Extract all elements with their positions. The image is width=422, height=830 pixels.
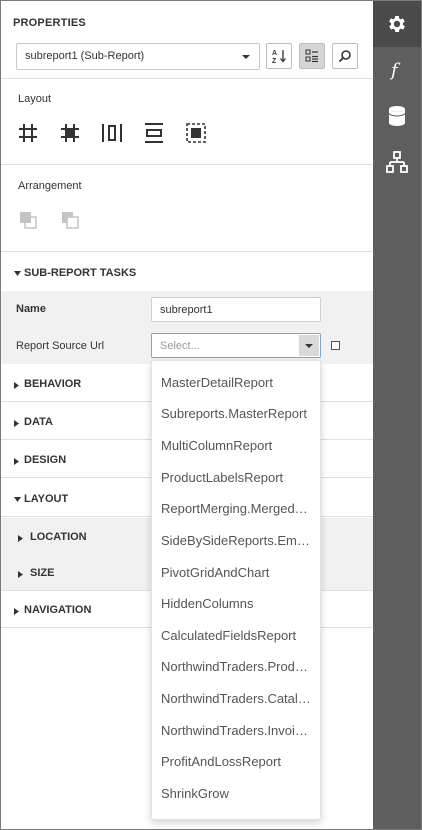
side-rail: f [373,1,421,829]
fit-to-container-icon [186,123,206,143]
layout-section-label: Layout [18,93,52,105]
size-to-grid-button[interactable] [59,122,81,144]
triangle-down-icon [14,271,21,276]
dropdown-item[interactable]: ProductLabelsReport [161,470,316,485]
dropdown-item[interactable]: MultiColumnReport [161,438,316,453]
divider [1,78,373,79]
dropdown-item[interactable]: ProfitAndLossReport [161,754,316,769]
triangle-right-icon [18,571,23,578]
chevron-down-icon [305,343,313,348]
hierarchy-icon [386,151,408,173]
component-select-value: subreport1 (Sub-Report) [25,50,145,62]
dropdown-item[interactable]: NorthwindTraders.Invoi… [161,723,316,738]
name-label: Name [16,303,46,315]
divider [1,164,373,165]
name-input[interactable]: subreport1 [151,297,321,322]
report-source-url-select[interactable]: Select... [151,333,321,358]
group-sub-report-tasks[interactable]: SUB-REPORT TASKS [1,254,373,291]
triangle-right-icon [14,382,19,389]
triangle-right-icon [14,420,19,427]
name-value: subreport1 [160,304,213,316]
triangle-right-icon [14,608,19,615]
search-icon [338,50,351,63]
panel-title: PROPERTIES [13,17,86,29]
arrangement-toolbar [17,209,81,231]
expressions-tab[interactable]: f [373,47,421,93]
report-explorer-tab[interactable] [373,139,421,185]
dropdown-item[interactable]: ShrinkGrow [161,786,316,801]
triangle-down-icon [14,497,21,502]
sort-az-icon: A Z [272,50,286,64]
svg-text:f: f [389,60,401,81]
report-source-dropdown-list: MasterDetailReport Subreports.MasterRepo… [151,360,321,820]
group-label: SUB-REPORT TASKS [24,267,137,279]
database-icon [388,106,406,126]
center-horizontally-button[interactable] [101,122,123,144]
fit-bounds-button[interactable] [185,122,207,144]
dropdown-toggle-button[interactable] [299,335,319,356]
gear-icon [389,16,405,32]
arrangement-section-label: Arrangement [18,180,82,192]
group-label: DESIGN [24,454,67,466]
svg-text:A: A [272,50,277,57]
bring-to-front-button[interactable] [17,209,39,231]
bring-to-front-icon [20,212,37,229]
component-select[interactable]: subreport1 (Sub-Report) [16,43,260,70]
group-label: LOCATION [30,531,87,543]
expression-checkbox[interactable] [331,341,340,350]
group-label: NAVIGATION [24,604,92,616]
dropdown-item[interactable]: Subreports.MasterReport [161,406,316,421]
group-label: SIZE [30,567,55,579]
dropdown-item[interactable]: PivotGridAndChart [161,565,316,580]
align-to-grid-icon [19,124,37,142]
dropdown-item[interactable]: SideBySideReports.Emp… [161,533,316,548]
dropdown-item[interactable]: MasterDetailReport [161,375,316,390]
dropdown-item[interactable]: ReportMerging.Merged… [161,501,316,516]
svg-text:Z: Z [272,58,277,64]
categorized-view-button[interactable] [299,43,325,69]
divider [1,251,373,252]
dropdown-item[interactable]: HiddenColumns [161,596,316,611]
properties-tab[interactable] [373,1,421,47]
group-label: LAYOUT [24,493,69,505]
triangle-right-icon [14,458,19,465]
center-horizontally-icon [102,124,122,142]
dropdown-item[interactable]: CalculatedFieldsReport [161,628,316,643]
categorized-list-icon [305,49,318,63]
report-source-placeholder: Select... [160,340,200,352]
dropdown-item[interactable]: NorthwindTraders.Catal… [161,691,316,706]
function-icon: f [389,60,401,81]
search-button[interactable] [332,43,358,69]
chevron-down-icon [242,55,250,59]
dropdown-item[interactable]: NorthwindTraders.Prod… [161,659,316,674]
send-to-back-icon [62,212,79,229]
center-vertically-button[interactable] [143,122,165,144]
size-to-grid-icon [61,124,79,142]
sort-alphabetical-button[interactable]: A Z [266,43,292,69]
group-label: DATA [24,416,53,428]
field-list-tab[interactable] [373,93,421,139]
group-label: BEHAVIOR [24,378,82,390]
triangle-right-icon [18,535,23,542]
align-to-grid-button[interactable] [17,122,39,144]
layout-toolbar [17,122,207,144]
center-vertically-icon [145,123,163,143]
send-to-back-button[interactable] [59,209,81,231]
report-source-url-label: Report Source Url [16,340,105,352]
